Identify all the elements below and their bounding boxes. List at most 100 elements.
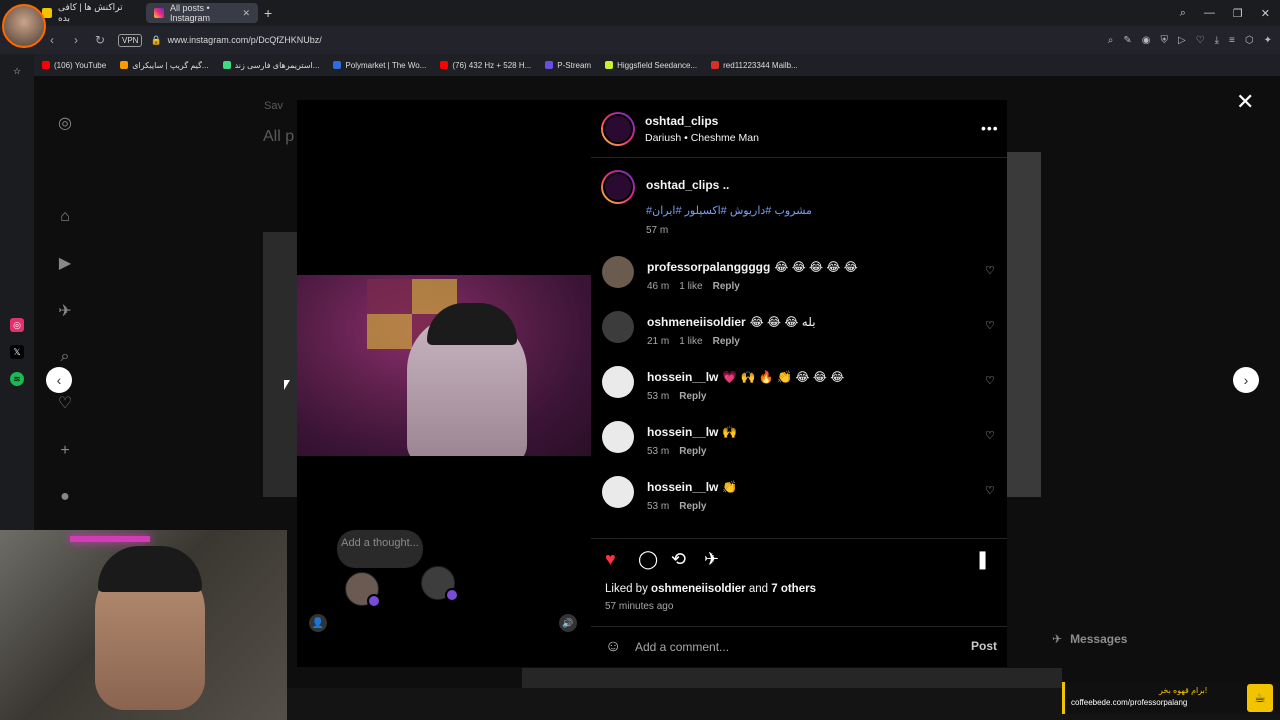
audio-track[interactable]: Dariush • Cheshme Man [645,132,759,144]
caption-avatar[interactable] [601,170,635,204]
share-icon[interactable]: ✈ [704,549,719,570]
search-tabs-icon[interactable]: ⌕ [1180,7,1186,20]
edit-icon[interactable]: ✎ [1123,35,1131,46]
bookmark-streamers[interactable]: استریمرهای فارسی زند... [222,61,319,70]
comment-username[interactable]: hossein__lw 💗 🙌 🔥 👏 😂 😂 😂 [647,370,844,384]
reels-icon[interactable]: ▶ [54,252,76,274]
reply-button[interactable]: Reply [679,446,706,457]
bookmark-mailbox[interactable]: red11223344 Mailb... [711,61,798,70]
like-comment-heart-icon[interactable]: ♡ [985,319,995,332]
author-avatar[interactable] [601,112,635,146]
bookmark-pstream[interactable]: P-Stream [545,61,591,70]
post-comment-button[interactable]: Post [971,639,997,653]
like-comment-heart-icon[interactable]: ♡ [985,264,995,277]
instagram-logo-icon[interactable]: ◎ [54,112,76,134]
notifications-heart-icon[interactable]: ♡ [54,392,76,414]
like-comment-heart-icon[interactable]: ♡ [985,429,995,442]
comment-input[interactable] [635,635,955,659]
instagram-favicon-icon [154,8,164,18]
comment-user[interactable]: oshmeneiisoldier [647,315,746,329]
download-icon[interactable]: ⤓ [1215,35,1219,46]
reply-button[interactable]: Reply [713,336,740,347]
heart-icon[interactable]: ♡ [1196,35,1205,46]
commenter-avatar[interactable] [602,366,634,398]
like-heart-icon[interactable]: ♥ [605,549,616,570]
volume-icon[interactable]: 🔊 [559,614,577,632]
tab-close-icon[interactable]: ✕ [242,8,250,19]
maximize-icon[interactable]: ❐ [1233,7,1243,20]
play-icon[interactable]: ▷ [1178,35,1186,46]
bookmark-432hz[interactable]: (76) 432 Hz + 528 H... [440,61,531,70]
tagged-users-icon[interactable]: 👤 [309,614,327,632]
comment-user[interactable]: hossein__lw [647,425,718,439]
url-field[interactable]: www.instagram.com/p/DcQfZHKNUbz/ [168,35,322,45]
messages-pill[interactable]: ✈ Messages [1044,624,1224,654]
comment-likes[interactable]: 1 like [679,336,702,347]
tab-instagram[interactable]: All posts • Instagram ✕ [146,3,258,23]
forward-icon[interactable]: › [64,33,88,47]
direct-icon[interactable]: ✈ [54,300,76,322]
shield-icon[interactable]: ⛨ [1160,35,1168,46]
comment-username[interactable]: professorpalanggggg 😂 😂 😂 😂 😂 [647,260,858,274]
commenter-avatar[interactable] [602,476,634,508]
comment-username[interactable]: oshmeneiisoldier 😂 😂 😂 بله [647,315,816,329]
camera-icon[interactable]: ◉ [1142,35,1151,46]
bookmark-icon[interactable]: ❚ [975,549,990,570]
add-thought-bubble[interactable]: Add a thought... [337,530,423,568]
instagram-icon[interactable]: ◎ [10,318,24,332]
like-comment-heart-icon[interactable]: ♡ [985,374,995,387]
spotify-icon[interactable]: ≋ [10,372,24,386]
comment-user[interactable]: professorpalanggggg [647,260,770,274]
author-username[interactable]: oshtad_clips [645,114,718,128]
chevron-right-icon[interactable]: › [1233,367,1259,393]
commenter-avatar[interactable] [602,256,634,288]
home-icon[interactable]: ⌂ [54,206,76,228]
video-frame[interactable] [297,275,591,456]
caption-username[interactable]: oshtad_clips .. [646,178,729,192]
menu-icon[interactable]: ≡ [1229,35,1235,46]
create-plus-icon[interactable]: + [54,440,76,462]
minimize-icon[interactable]: — [1204,7,1215,20]
reply-button[interactable]: Reply [679,501,706,512]
comment-username[interactable]: hossein__lw 👏 [647,480,737,494]
close-icon[interactable]: ✕ [1236,91,1254,113]
ai-icon[interactable]: ✦ [1264,35,1272,46]
more-options-icon[interactable]: ••• [981,120,999,136]
extension-icon[interactable]: ⬡ [1245,35,1254,46]
emoji-icon[interactable]: ☺ [605,638,621,656]
comment-icon[interactable]: ◯ [638,549,658,570]
new-tab-button[interactable]: + [264,5,272,21]
x-icon[interactable]: 𝕏 [10,345,24,359]
repost-icon[interactable]: ⟲ [671,549,686,570]
like-comment-heart-icon[interactable]: ♡ [985,484,995,497]
reply-button[interactable]: Reply [679,391,706,402]
reply-button[interactable]: Reply [713,281,740,292]
commenter-avatar[interactable] [602,311,634,343]
search-icon[interactable]: ⌕ [54,346,76,368]
caption-hashtags[interactable]: #مشروب #داریوش #اکسپلور #ایران [646,204,812,217]
post-media[interactable]: Add a thought... 👤 🔊 [297,100,591,667]
comments-list[interactable]: oshtad_clips .. #مشروب #داریوش #اکسپلور … [591,158,1007,538]
liked-by-others[interactable]: 7 others [771,583,816,595]
vpn-badge[interactable]: VPN [118,33,143,47]
commenter-avatar[interactable] [602,421,634,453]
coffee-promo: برام قهوه بخر! coffeebede.com/professorp… [1062,682,1280,714]
comment-likes[interactable]: 1 like [679,281,702,292]
profile-avatar-icon[interactable]: ● [54,486,76,508]
comment-user[interactable]: hossein__lw [647,370,718,384]
liked-by[interactable]: Liked by oshmeneiisoldier and 7 others [605,583,816,595]
tab-coffeebede[interactable]: تراکنش ها | کافی بده [34,2,142,23]
liked-by-user[interactable]: oshmeneiisoldier [651,583,746,595]
bookmark-youtube[interactable]: (106) YouTube [42,61,106,70]
reload-icon[interactable]: ↻ [88,33,112,47]
search-icon[interactable]: ⌕ [1108,35,1114,46]
chevron-left-icon[interactable]: ‹ [46,367,72,393]
close-window-icon[interactable]: ✕ [1261,7,1270,20]
bookmark-polymarket[interactable]: Polymarket | The Wo... [333,61,426,70]
browser-profile-avatar[interactable] [2,4,46,48]
comment-username[interactable]: hossein__lw 🙌 [647,425,737,439]
bookmark-higgsfield[interactable]: Higgsfield Seedance... [605,61,697,70]
star-icon[interactable]: ☆ [10,64,24,78]
bookmark-gamegrip[interactable]: گیم گریپ | سایبکرای... [120,61,209,70]
comment-user[interactable]: hossein__lw [647,480,718,494]
